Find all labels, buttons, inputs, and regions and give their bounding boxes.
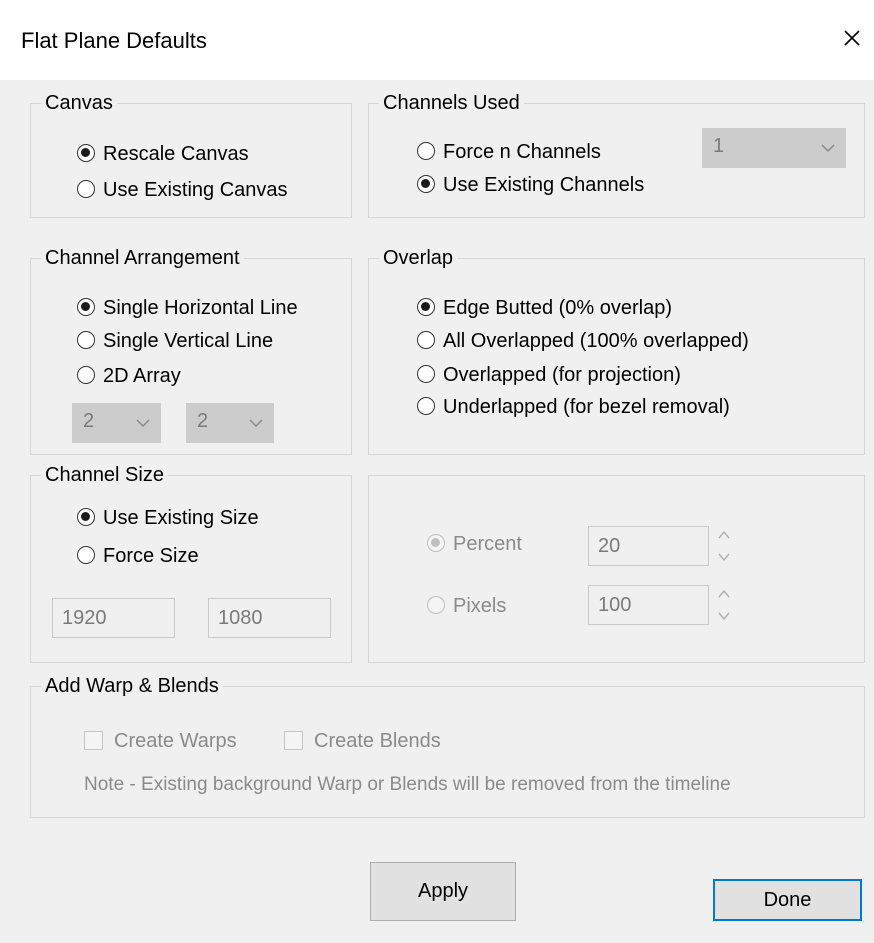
checkbox-box <box>84 731 103 750</box>
chevron-down-icon <box>821 144 835 153</box>
overlap-legend: Overlap <box>379 245 458 271</box>
percent-input[interactable]: 20 <box>588 526 709 566</box>
radio-indicator <box>77 298 95 316</box>
radio-indicator <box>417 298 435 316</box>
channels-used-legend: Channels Used <box>379 90 524 116</box>
overlap-amount-group <box>368 475 865 663</box>
window-title: Flat Plane Defaults <box>21 28 207 53</box>
canvas-legend: Canvas <box>41 90 117 116</box>
warp-blends-note: Note - Existing background Warp or Blend… <box>84 774 731 795</box>
radio-label: Use Existing Size <box>103 507 259 529</box>
radio-label: Edge Butted (0% overlap) <box>443 297 673 319</box>
done-button[interactable]: Done <box>713 879 862 921</box>
radio-label: Underlapped (for bezel removal) <box>443 396 730 418</box>
warp-blends-legend: Add Warp & Blends <box>41 673 223 699</box>
array-cols-select[interactable]: 2 <box>186 403 274 443</box>
title-bar: Flat Plane Defaults <box>0 0 874 80</box>
checkbox-box <box>284 731 303 750</box>
radio-label: All Overlapped (100% overlapped) <box>443 330 749 352</box>
select-value: 1 <box>713 135 725 157</box>
radio-indicator <box>77 366 95 384</box>
radio-indicator <box>77 508 95 526</box>
apply-button[interactable]: Apply <box>370 862 516 921</box>
channel-arrangement-legend: Channel Arrangement <box>41 245 244 271</box>
radio-indicator <box>77 331 95 349</box>
radio-label: Percent <box>453 533 522 555</box>
radio-label: Overlapped (for projection) <box>443 364 681 386</box>
radio-label: Rescale Canvas <box>103 143 249 165</box>
close-icon[interactable] <box>834 20 870 56</box>
channel-size-legend: Channel Size <box>41 462 168 488</box>
radio-indicator <box>417 365 435 383</box>
checkbox-label: Create Warps <box>114 730 237 752</box>
input-value: 1080 <box>218 607 263 629</box>
radio-label: 2D Array <box>103 365 181 387</box>
percent-spinner[interactable] <box>716 526 732 566</box>
radio-indicator <box>427 534 445 552</box>
radio-indicator <box>417 397 435 415</box>
radio-label: Use Existing Canvas <box>103 179 288 201</box>
select-value: 2 <box>83 410 95 432</box>
radio-indicator <box>417 142 435 160</box>
radio-label: Force Size <box>103 545 199 567</box>
radio-label: Single Horizontal Line <box>103 297 298 319</box>
checkbox-label: Create Blends <box>314 730 441 752</box>
radio-label: Pixels <box>453 595 507 617</box>
radio-indicator <box>427 596 445 614</box>
radio-indicator <box>417 331 435 349</box>
radio-label: Use Existing Channels <box>443 174 645 196</box>
radio-indicator <box>77 180 95 198</box>
radio-indicator <box>77 546 95 564</box>
array-rows-select[interactable]: 2 <box>72 403 161 443</box>
chevron-down-icon <box>249 419 263 428</box>
chevron-down-icon <box>136 419 150 428</box>
width-input[interactable]: 1920 <box>52 598 175 638</box>
height-input[interactable]: 1080 <box>208 598 331 638</box>
select-value: 2 <box>197 410 209 432</box>
channel-count-select[interactable]: 1 <box>702 128 846 168</box>
radio-label: Force n Channels <box>443 141 601 163</box>
input-value: 1920 <box>62 607 107 629</box>
pixels-input[interactable]: 100 <box>588 585 709 625</box>
pixels-spinner[interactable] <box>716 585 732 625</box>
input-value: 100 <box>598 594 632 616</box>
input-value: 20 <box>598 535 621 557</box>
radio-indicator <box>77 144 95 162</box>
radio-indicator <box>417 175 435 193</box>
overlap-group: Overlap <box>368 245 865 455</box>
radio-label: Single Vertical Line <box>103 330 274 352</box>
